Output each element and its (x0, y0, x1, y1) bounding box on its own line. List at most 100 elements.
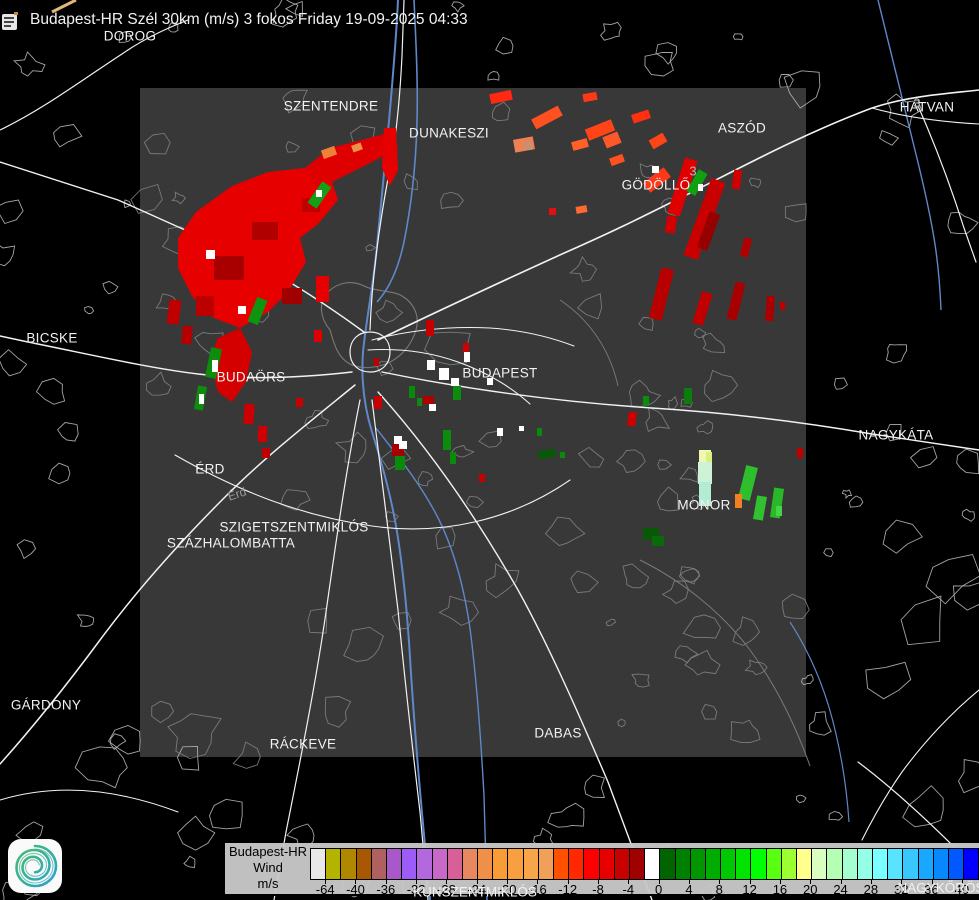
legend-tick-scale: -64 -40 -36 -32 -28 -24 -20 -16 -12 -8 -4 0 4 8 12 16 20… (310, 879, 977, 897)
radar-echo (560, 452, 565, 458)
legend-color-cell (751, 849, 767, 879)
radar-echo (427, 360, 435, 370)
legend-color-cell (554, 849, 570, 879)
legend-color-cell (493, 849, 509, 879)
legend-color-cell (781, 849, 797, 879)
radar-echo (706, 452, 712, 462)
legend-color-cell (948, 849, 965, 879)
legend-color-cell (888, 849, 904, 879)
radar-echo (426, 320, 434, 336)
radar-echo (282, 288, 302, 304)
legend-units-label: m/s (257, 876, 279, 891)
radar-echo (296, 398, 303, 407)
legend-tick-label: 24 (833, 882, 848, 897)
legend-color-cell (964, 849, 979, 879)
radar-echo (652, 536, 664, 546)
radar-echo (206, 250, 215, 259)
legend-color-cell (569, 849, 585, 879)
legend-tick-label: 16 (772, 882, 788, 897)
legend-tick-label: -36 (376, 882, 396, 897)
city-label: KUNSZENTMIKLÓS (413, 884, 537, 900)
legend-color-cell (690, 849, 706, 879)
legend-color-cell (872, 849, 889, 879)
radar-echo (699, 482, 711, 506)
legend-color-cell (386, 849, 403, 879)
radar-echo (797, 448, 803, 458)
legend-color-cell (903, 849, 919, 879)
radar-echo (497, 428, 503, 436)
radar-echo (316, 190, 322, 197)
legend-color-cell (402, 849, 418, 879)
legend-tick-label: 28 (863, 882, 879, 897)
legend-color-cell (629, 849, 646, 879)
legend-color-cell (645, 849, 661, 879)
radar-echo (395, 456, 405, 470)
radar-echo (314, 330, 322, 342)
legend-color-cell (447, 849, 463, 879)
radar-echo (214, 256, 244, 280)
legend-color-cell (599, 849, 615, 879)
radar-echo (429, 404, 436, 411)
legend-tick-label: -40 (346, 882, 365, 897)
legend-color-cell (356, 849, 372, 879)
legend-source-label: Budapest-HR (228, 844, 308, 859)
legend-color-cell (311, 849, 327, 879)
legend-tick-label: 8 (715, 882, 723, 897)
radar-echo (450, 452, 456, 464)
radar-echo (439, 368, 449, 380)
legend-color-cell (705, 849, 722, 879)
city-label: NAGYKŐRÖS (897, 880, 979, 896)
legend-color-cell (341, 849, 357, 879)
radar-echo (487, 378, 493, 385)
radar-echo (212, 360, 218, 372)
legend-color-cell (523, 849, 539, 879)
radar-image-title: Budapest-HR Szél 30km (m/s) 3 fokos Frid… (30, 11, 468, 28)
legend-color-cell (842, 849, 858, 879)
radar-echo (417, 398, 422, 406)
legend-quantity-label: Wind (253, 860, 283, 875)
radar-echo (537, 428, 542, 436)
radar-echo (374, 396, 382, 409)
radar-echo (698, 184, 703, 191)
legend-name-block: Budapest-HR Wind m/s (225, 844, 311, 892)
radar-echo (453, 386, 461, 400)
legend-color-cell (371, 849, 387, 879)
legend-color-cell (508, 849, 524, 879)
legend-tick-label: 12 (742, 882, 757, 897)
radar-echo (423, 396, 434, 404)
legend-color-cell (827, 849, 843, 879)
radar-echo (238, 306, 246, 314)
radar-echo (463, 343, 469, 353)
legend-color-cell (933, 849, 949, 879)
legend-tick-label: 4 (685, 882, 693, 897)
legend-color-bar (310, 848, 979, 880)
radar-echo (479, 474, 485, 482)
radar-echo (652, 166, 659, 173)
radar-app-window: DOROG SZENTENDRE DUNAKESZI ASZÓD HATVAN GÖDÖL… (0, 0, 979, 900)
wind-color-legend: Budapest-HR Wind m/s -64 -40 -36 -32 -28 -24-… (225, 843, 979, 897)
radar-echo (519, 426, 524, 431)
legend-tick-label: 0 (655, 882, 663, 897)
radar-echo (262, 448, 270, 458)
legend-tick-label: -64 (315, 882, 335, 897)
legend-color-cell (462, 849, 479, 879)
legend-color-cell (584, 849, 600, 879)
radar-echo (181, 325, 193, 345)
legend-tick-label: 20 (803, 882, 818, 897)
radar-echo (684, 388, 692, 404)
radar-echo (257, 425, 268, 443)
radar-echo (451, 378, 459, 386)
legend-color-cell (478, 849, 494, 879)
radar-echo (643, 396, 649, 406)
spiral-logo-icon (15, 844, 58, 888)
radar-echo (399, 441, 407, 449)
legend-color-cell (812, 849, 828, 879)
window-corner-icon (2, 12, 18, 30)
radar-echo (243, 403, 255, 425)
legend-color-cell (417, 849, 433, 879)
legend-color-cell (736, 849, 752, 879)
radar-echo (780, 302, 785, 310)
radar-echo (252, 222, 278, 240)
legend-color-cell (326, 849, 342, 879)
legend-tick-label: -12 (558, 882, 578, 897)
